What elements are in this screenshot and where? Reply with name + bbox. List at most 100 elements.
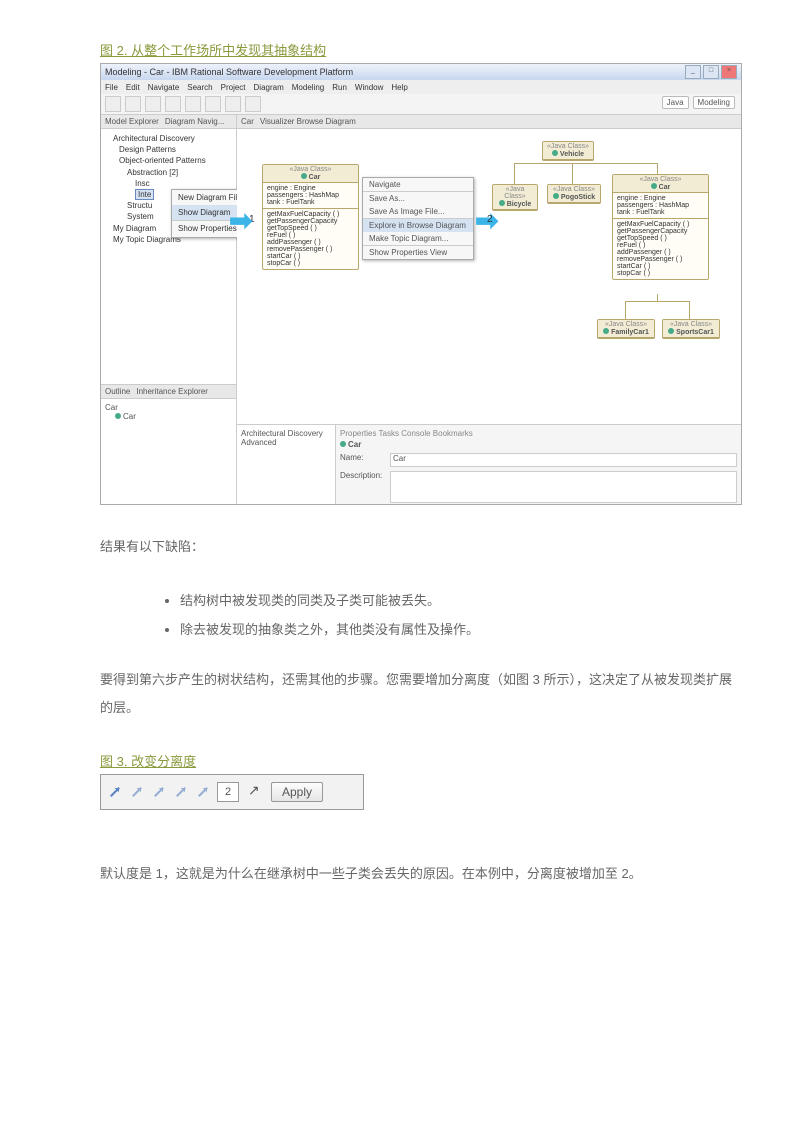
desc-textarea[interactable] — [390, 471, 737, 503]
prop-tab-arch[interactable]: Architectural Discovery — [241, 429, 331, 438]
uml-car-right[interactable]: «Java Class»Car engine : Engine passenge… — [612, 174, 709, 280]
ide-screenshot: Modeling - Car - IBM Rational Software D… — [100, 63, 742, 505]
paragraph-step6: 要得到第六步产生的树状结构，还需其他的步骤。您需要增加分离度（如图 3 所示），… — [100, 666, 740, 723]
arrow-tool-icon[interactable] — [151, 784, 167, 800]
properties-panel: Architectural Discovery Advanced Propert… — [237, 424, 741, 505]
spinner-cursor-icon[interactable] — [245, 782, 265, 802]
paragraph-defects: 结果有以下缺陷： — [100, 533, 740, 562]
tab-outline[interactable]: Outline — [105, 387, 130, 396]
close-button[interactable]: × — [721, 65, 737, 79]
prop-tab-advanced[interactable]: Advanced — [241, 438, 331, 447]
paragraph-default: 默认度是 1，这就是为什么在继承树中一些子类会丢失的原因。在本例中，分离度被增加… — [100, 860, 740, 889]
perspective-switcher: Java Modeling — [662, 96, 735, 109]
arrow-1-icon: ➡ — [229, 204, 252, 237]
tab-model-explorer[interactable]: Model Explorer — [105, 117, 159, 126]
defect-list: 结构树中被发现类的同类及子类可能被丢失。 除去被发现的抽象类之外，其他类没有属性… — [140, 590, 740, 638]
arrow-tool-icon[interactable] — [129, 784, 145, 800]
list-item: 除去被发现的抽象类之外，其他类没有属性及操作。 — [180, 619, 740, 638]
separation-value-input[interactable]: 2 — [217, 782, 239, 802]
menu-navigate[interactable]: Navigate — [148, 83, 180, 92]
uml-family[interactable]: «Java Class»FamilyCar1 — [597, 319, 655, 339]
menu-project[interactable]: Project — [221, 83, 246, 92]
bottom-tabs: Properties Tasks Console Bookmarks — [340, 429, 737, 438]
arrow-tool-icon[interactable] — [195, 784, 211, 800]
diagram-editor[interactable]: «Java Class»Car engine : Engine passenge… — [237, 129, 741, 424]
tree-item[interactable]: Abstraction [2] — [105, 167, 232, 178]
toolbar-button[interactable] — [205, 96, 221, 112]
separation-toolbar: 2 Apply — [100, 774, 364, 810]
toolbar-button[interactable] — [105, 96, 121, 112]
class-icon — [340, 441, 346, 447]
step-2-label: 2 — [487, 214, 493, 225]
tab-inheritance[interactable]: Inheritance Explorer — [136, 387, 208, 396]
left-panel: Model Explorer Diagram Navig... Architec… — [101, 115, 237, 505]
list-item: 结构树中被发现类的同类及子类可能被丢失。 — [180, 590, 740, 609]
figure2-caption: 图 2. 从整个工作场所中发现其抽象结构 — [100, 40, 740, 59]
tab-visualizer[interactable]: Visualizer Browse Diagram — [260, 117, 356, 126]
toolbar-button[interactable] — [185, 96, 201, 112]
outline-child[interactable]: Car — [105, 412, 232, 421]
class-icon — [552, 150, 558, 156]
toolbar-button[interactable] — [225, 96, 241, 112]
name-input[interactable]: Car — [390, 453, 737, 467]
apply-button[interactable]: Apply — [271, 782, 323, 802]
uml-bicycle[interactable]: «Java Class»Bicycle — [492, 184, 538, 211]
menu-window[interactable]: Window — [355, 83, 383, 92]
perspective-modeling[interactable]: Modeling — [693, 96, 735, 109]
window-title: Modeling - Car - IBM Rational Software D… — [105, 67, 353, 77]
outline-panel: Outline Inheritance Explorer Car Car — [101, 384, 236, 505]
outline-root[interactable]: Car — [105, 403, 232, 412]
menu-run[interactable]: Run — [332, 83, 347, 92]
class-icon — [603, 328, 609, 334]
class-icon — [499, 200, 505, 206]
prop-title: Car — [340, 440, 737, 449]
name-label: Name: — [340, 453, 390, 462]
tree-root[interactable]: Architectural Discovery — [105, 133, 232, 144]
class-icon — [115, 413, 121, 419]
tab-diagram-nav[interactable]: Diagram Navig... — [165, 117, 225, 126]
menu-edit[interactable]: Edit — [126, 83, 140, 92]
maximize-button[interactable]: □ — [703, 65, 719, 79]
project-tree: Architectural Discovery Design Patterns … — [101, 129, 236, 384]
toolbar-button[interactable] — [165, 96, 181, 112]
menubar: File Edit Navigate Search Project Diagra… — [101, 80, 741, 94]
tree-item[interactable]: Insc — [105, 178, 232, 189]
class-icon — [553, 193, 559, 199]
ctx-make-topic[interactable]: Make Topic Diagram... — [363, 232, 473, 245]
class-context-menu: Navigate Save As... Save As Image File..… — [362, 177, 474, 260]
uml-pogo[interactable]: «Java Class»PogoStick — [547, 184, 601, 204]
uml-vehicle[interactable]: «Java Class»Vehicle — [542, 141, 594, 161]
class-icon — [301, 173, 307, 179]
ctx-explore-browse[interactable]: Explore in Browse Diagram — [363, 218, 473, 232]
explorer-tabs: Model Explorer Diagram Navig... — [101, 115, 236, 129]
ctx-save-image[interactable]: Save As Image File... — [363, 205, 473, 218]
main-toolbar — [101, 94, 741, 115]
uml-class-car[interactable]: «Java Class»Car engine : Engine passenge… — [262, 164, 359, 270]
editor-tabs: Car Visualizer Browse Diagram — [237, 115, 741, 129]
class-icon — [668, 328, 674, 334]
ctx-show-props[interactable]: Show Properties View — [363, 245, 473, 259]
minimize-button[interactable]: _ — [685, 65, 701, 79]
menu-diagram[interactable]: Diagram — [254, 83, 284, 92]
menu-modeling[interactable]: Modeling — [292, 83, 324, 92]
tree-item[interactable]: Object-oriented Patterns — [105, 155, 232, 166]
toolbar-button[interactable] — [245, 96, 261, 112]
desc-label: Description: — [340, 471, 390, 480]
tree-item[interactable]: Design Patterns — [105, 144, 232, 155]
window-titlebar: Modeling - Car - IBM Rational Software D… — [101, 64, 741, 80]
arrow-tool-icon[interactable] — [107, 784, 123, 800]
arrow-tool-icon[interactable] — [173, 784, 189, 800]
class-icon — [651, 183, 657, 189]
toolbar-button[interactable] — [145, 96, 161, 112]
ctx-save-as[interactable]: Save As... — [363, 191, 473, 205]
perspective-java[interactable]: Java — [662, 96, 689, 109]
figure3-caption: 图 3. 改变分离度 — [100, 751, 740, 770]
window-controls: _ □ × — [685, 65, 737, 79]
menu-search[interactable]: Search — [187, 83, 212, 92]
tab-car[interactable]: Car — [241, 117, 254, 126]
uml-sports[interactable]: «Java Class»SportsCar1 — [662, 319, 720, 339]
ctx-navigate[interactable]: Navigate — [363, 178, 473, 191]
menu-help[interactable]: Help — [391, 83, 407, 92]
toolbar-button[interactable] — [125, 96, 141, 112]
menu-file[interactable]: File — [105, 83, 118, 92]
